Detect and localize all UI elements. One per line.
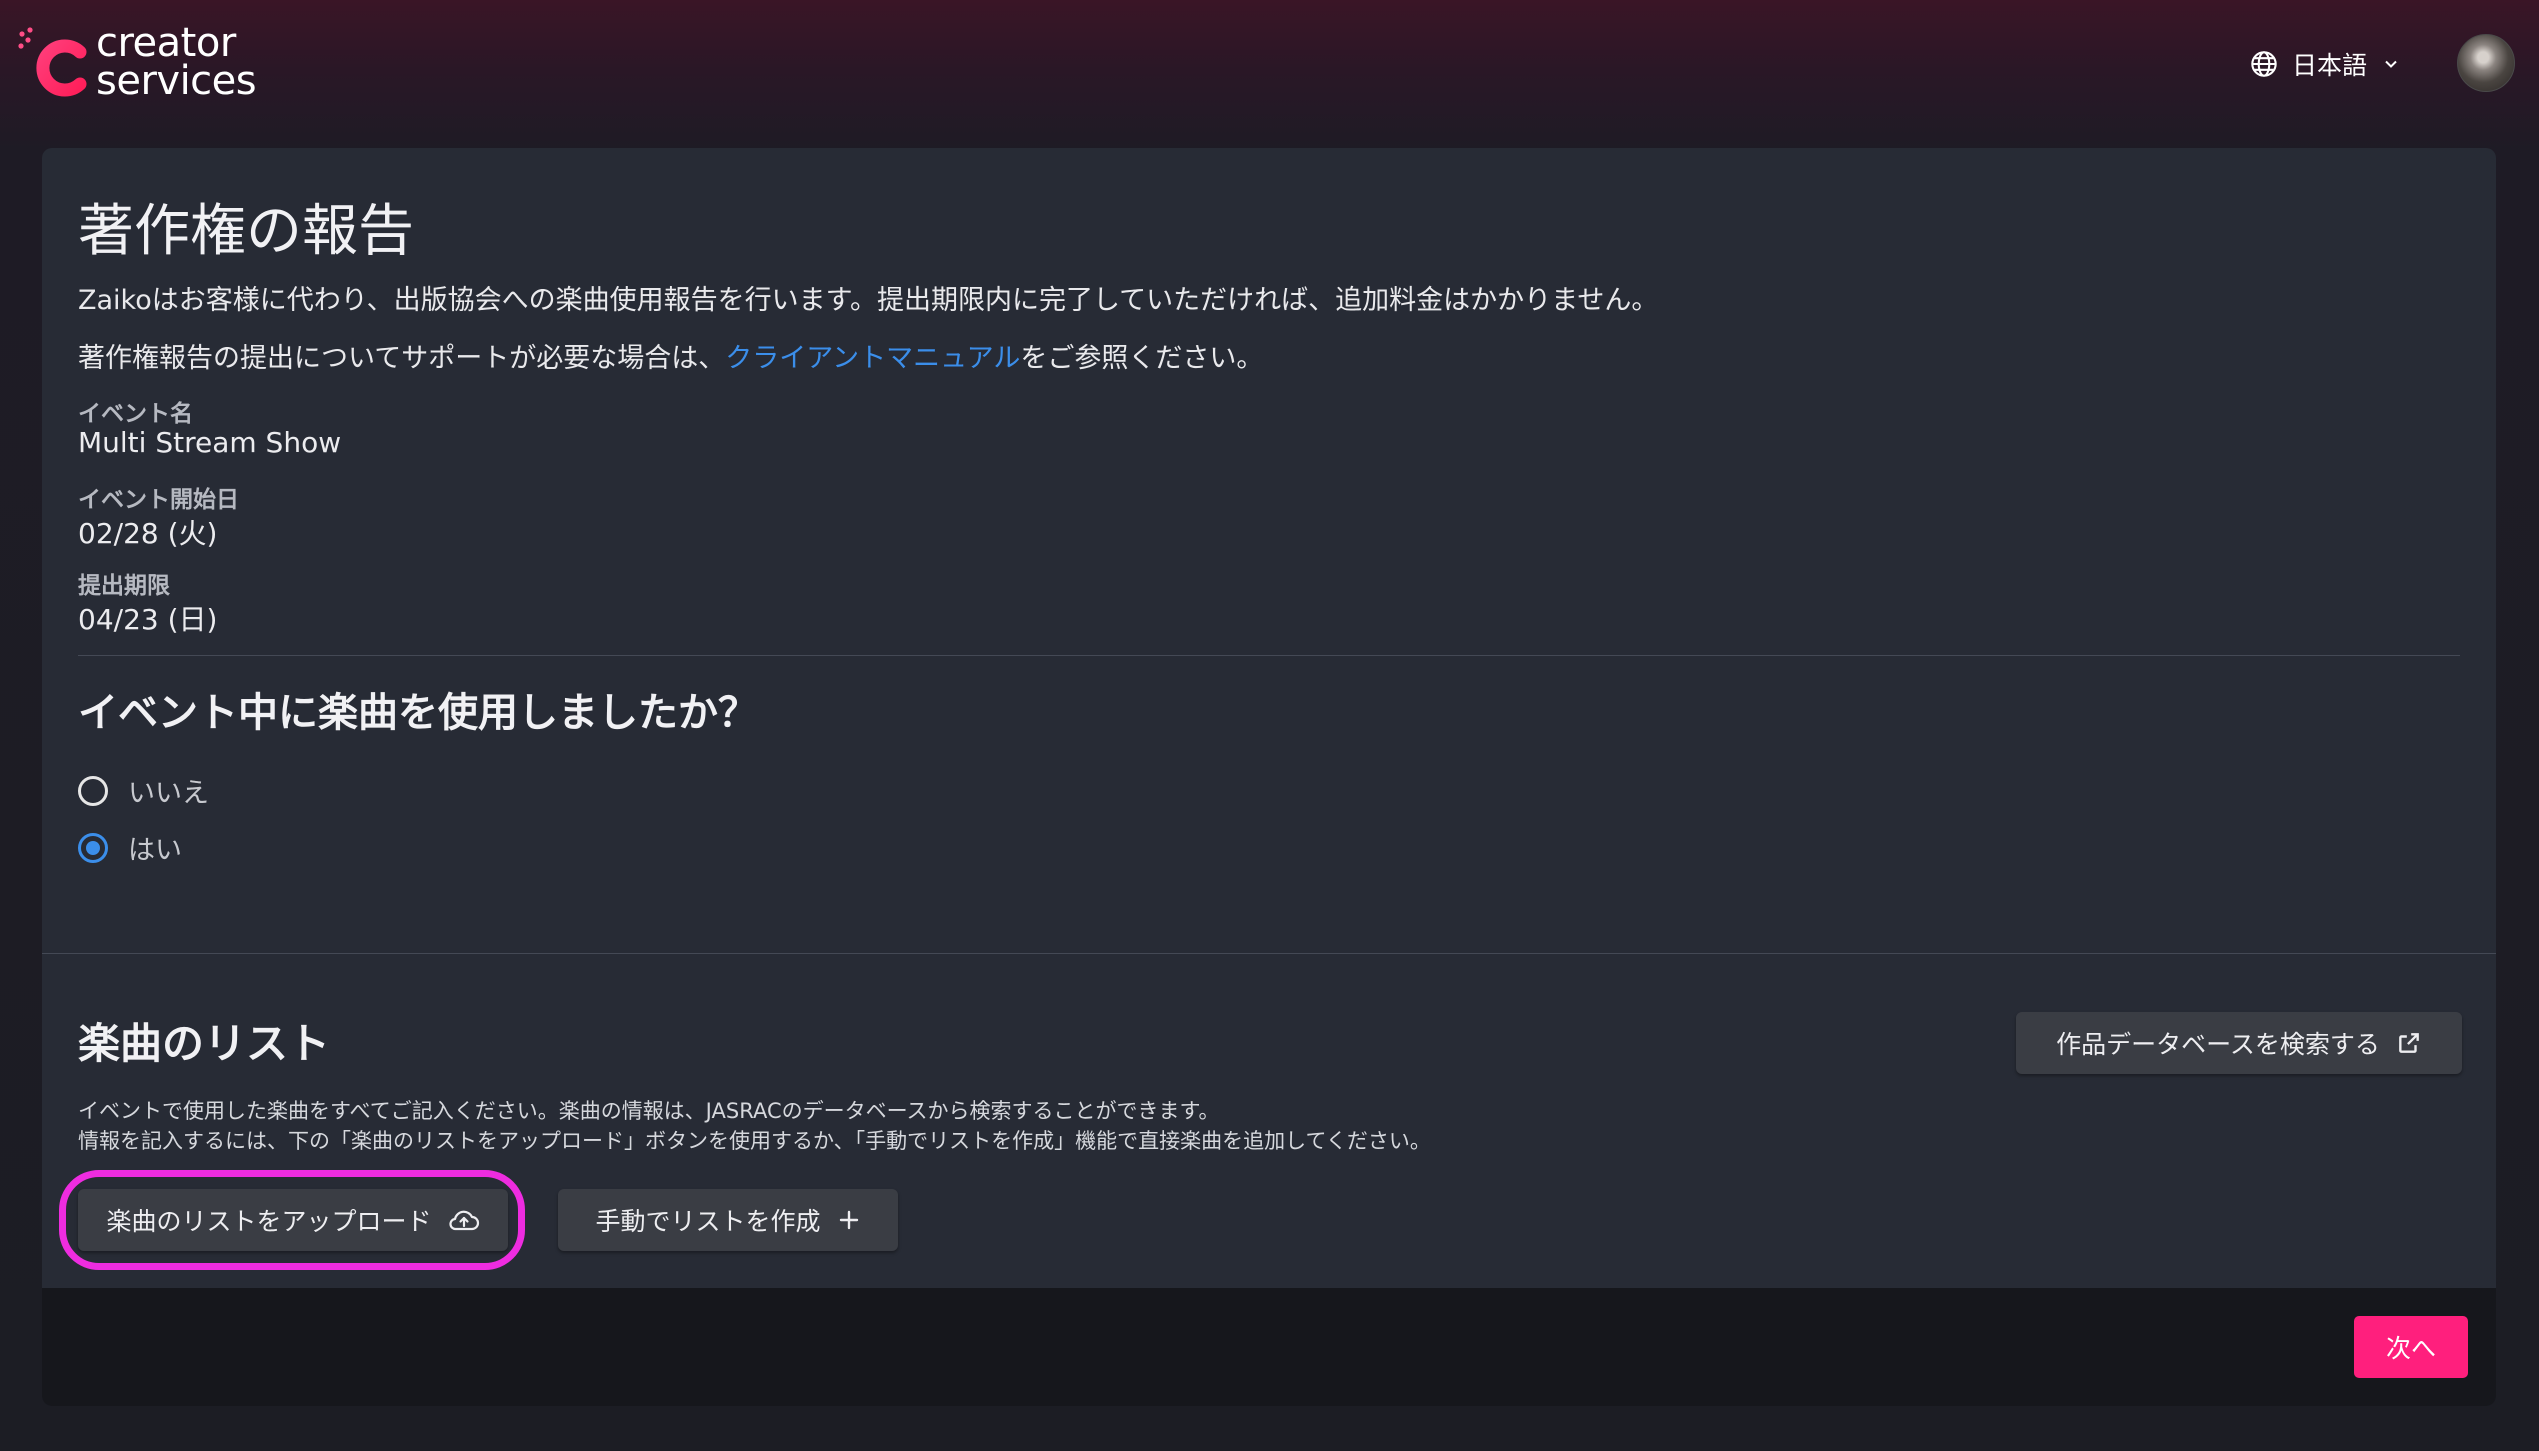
create-list-manually-label: 手動でリストを作成 <box>595 1207 821 1236</box>
deadline-value: 04/23 (日) <box>78 603 218 636</box>
radio-button-checked[interactable] <box>78 832 108 863</box>
creator-services-logo[interactable]: creator services <box>18 20 278 106</box>
support-prefix: 著作権報告の提出についてサポートが必要な場合は、 <box>78 343 726 374</box>
song-list-instructions-1: イベントで使用した楽曲をすべてご記入ください。楽曲の情報は、JASRACのデータ… <box>78 1099 1220 1123</box>
music-used-question: イベント中に楽曲を使用しましたか？ <box>78 690 758 736</box>
search-database-label: 作品データベースを検索する <box>2056 1030 2380 1059</box>
language-label: 日本語 <box>2292 51 2368 80</box>
copyright-report-card: 著作権の報告 Zaikoはお客様に代わり、出版協会への楽曲使用報告を行います。提… <box>42 148 2496 1406</box>
create-list-manually-button[interactable]: 手動でリストを作成 <box>558 1189 898 1251</box>
radio-button[interactable] <box>78 775 108 806</box>
event-start-value: 02/28 (火) <box>78 517 218 550</box>
page-title: 著作権の報告 <box>78 199 414 264</box>
client-manual-link[interactable]: クライアントマニュアル <box>725 343 1020 374</box>
support-text: 著作権報告の提出についてサポートが必要な場合は、クライアントマニュアルをご参照く… <box>78 336 1263 375</box>
next-button[interactable]: 次へ <box>2354 1316 2468 1378</box>
upload-song-list-label: 楽曲のリストをアップロード <box>106 1207 432 1236</box>
section-divider <box>42 953 2496 954</box>
search-database-button[interactable]: 作品データベースを検索する <box>2016 1012 2462 1074</box>
external-link-icon <box>2399 1033 2419 1053</box>
chevron-down-icon <box>2385 60 2397 68</box>
plus-icon <box>839 1210 858 1230</box>
event-start-label: イベント開始日 <box>78 487 239 513</box>
page-description: Zaikoはお客様に代わり、出版協会への楽曲使用報告を行います。提出期限内に完了… <box>78 285 1659 316</box>
radio-option-yes[interactable]: はい <box>78 828 182 867</box>
upload-song-list-button[interactable]: 楽曲のリストをアップロード <box>78 1189 508 1251</box>
logo-mark-icon <box>18 27 87 97</box>
section-divider <box>78 655 2460 656</box>
event-name-label: イベント名 <box>78 401 193 427</box>
radio-option-no[interactable]: いいえ <box>78 771 209 810</box>
logo-line2: services <box>96 58 257 104</box>
top-header: creator services 日本語 <box>0 0 2539 140</box>
song-list-instructions-2: 情報を記入するには、下の「楽曲のリストをアップロード」ボタンを使用するか、「手動… <box>78 1129 1431 1153</box>
user-avatar[interactable] <box>2457 34 2515 92</box>
logo-wordmark: creator services <box>96 20 257 104</box>
radio-label: はい <box>128 835 182 866</box>
language-selector[interactable]: 日本語 <box>2250 46 2401 82</box>
globe-icon <box>2251 51 2277 77</box>
song-list-title: 楽曲のリスト <box>78 1019 331 1068</box>
radio-label: いいえ <box>128 778 209 809</box>
support-suffix: をご参照ください。 <box>1020 343 1264 374</box>
card-footer: 次へ <box>42 1288 2496 1406</box>
logo-line1: creator <box>96 20 236 66</box>
deadline-label: 提出期限 <box>78 573 170 599</box>
cloud-upload-icon <box>448 1210 479 1231</box>
event-name-value: Multi Stream Show <box>78 426 342 459</box>
